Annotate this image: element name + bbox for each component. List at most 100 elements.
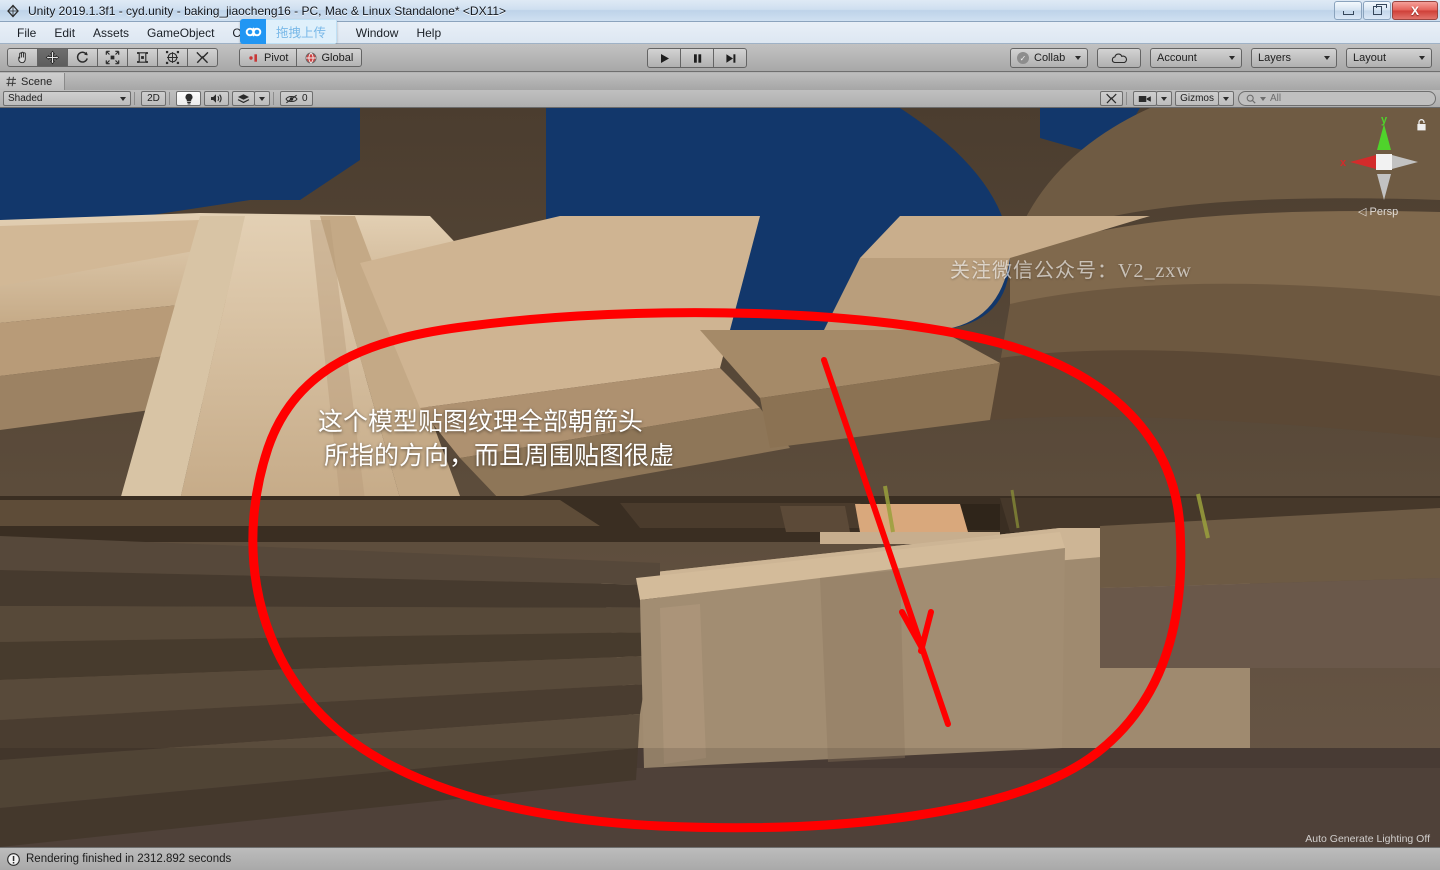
rect-tool-button[interactable] — [127, 48, 158, 67]
collab-button[interactable]: ✓ Collab — [1010, 48, 1088, 68]
status-bar: Rendering finished in 2312.892 seconds — [0, 847, 1440, 870]
rotate-tool-button[interactable] — [67, 48, 98, 67]
scale-icon — [105, 50, 120, 65]
audio-toggle[interactable] — [204, 91, 229, 106]
chevron-down-icon — [1229, 56, 1235, 60]
transform-tool-group — [7, 48, 218, 67]
transform-tool-button[interactable] — [157, 48, 188, 67]
gizmos-button[interactable]: Gizmos — [1175, 91, 1219, 106]
status-message: Rendering finished in 2312.892 seconds — [26, 853, 232, 865]
chevron-down-icon — [120, 96, 126, 101]
chevron-down-icon — [1324, 56, 1330, 60]
layers-dropdown[interactable]: Layers — [1251, 48, 1337, 68]
chevron-down-icon — [1075, 56, 1081, 60]
pivot-toggle[interactable]: Pivot — [239, 48, 298, 67]
rect-icon — [137, 52, 148, 63]
drag-upload-label: 拖拽上传 — [266, 19, 338, 44]
cloud-icon — [1111, 53, 1127, 63]
cloud-button[interactable] — [1097, 48, 1141, 68]
wechat-watermark: 关注微信公众号：V2_zxw — [950, 260, 1192, 282]
scene-camera-button[interactable] — [1133, 91, 1158, 106]
move-icon — [45, 50, 60, 65]
scene-toolbar-right: Gizmos All — [1097, 91, 1436, 106]
cloud-upload-icon — [240, 19, 266, 44]
auto-generate-lighting-label: Auto Generate Lighting Off — [1305, 833, 1430, 845]
scene-viewport[interactable]: 关注微信公众号：V2_zxw 这个模型贴图纹理全部朝箭头 所指的方向，而且周围贴… — [0, 108, 1440, 847]
menu-file[interactable]: File — [8, 24, 45, 42]
menu-help[interactable]: Help — [407, 24, 450, 42]
scene-view-gizmo[interactable]: y x ◁ Persp — [1334, 112, 1434, 222]
unity-editor-window: Unity 2019.1.3f1 - cyd.unity - baking_ji… — [0, 0, 1440, 870]
hand-tool-button[interactable] — [7, 48, 38, 67]
close-button[interactable]: X — [1392, 1, 1438, 20]
menu-assets[interactable]: Assets — [84, 24, 138, 42]
gizmo-lock-icon[interactable] — [1415, 118, 1428, 137]
hidden-objects-count: 0 — [302, 93, 308, 104]
tab-scene-label: Scene — [21, 75, 53, 88]
toolbar-right-group: ✓ Collab Account Layers Layout — [1010, 48, 1432, 68]
draw-mode-dropdown[interactable]: Shaded — [3, 91, 131, 106]
main-toolbar: Pivot Global ✓ Collab Account Layers Lay… — [0, 44, 1440, 72]
lightbulb-icon — [184, 93, 193, 104]
tab-strip: Scene — [0, 73, 1440, 90]
account-label: Account — [1157, 52, 1197, 64]
scene-tools-button[interactable] — [1100, 91, 1124, 106]
divider — [1126, 92, 1128, 105]
effects-dropdown[interactable] — [254, 91, 270, 106]
minimize-button[interactable] — [1334, 1, 1362, 20]
restore-button[interactable] — [1363, 1, 1391, 20]
custom-tool-button[interactable] — [187, 48, 218, 67]
globe-icon — [305, 52, 317, 64]
info-icon — [7, 852, 20, 866]
menu-gameobject[interactable]: GameObject — [138, 24, 223, 42]
gizmos-dropdown[interactable] — [1218, 91, 1234, 106]
transform-icon — [165, 50, 180, 65]
eye-off-icon — [285, 94, 298, 103]
effects-toggle[interactable] — [232, 91, 255, 106]
play-button[interactable] — [647, 48, 681, 68]
rotate-icon — [76, 51, 88, 63]
tab-scene[interactable]: Scene — [0, 73, 66, 90]
window-title: Unity 2019.1.3f1 - cyd.unity - baking_ji… — [28, 3, 507, 18]
unity-icon — [5, 3, 23, 19]
layout-dropdown[interactable]: Layout — [1346, 48, 1432, 68]
scene-view-toolbar: Shaded 2D 0 Gizmos All — [0, 90, 1440, 108]
scene-search-input[interactable]: All — [1238, 91, 1436, 106]
annotation-text-line2: 所指的方向，而且周围贴图很虚 — [324, 443, 675, 470]
gizmos-label: Gizmos — [1180, 93, 1214, 104]
menu-bar: File Edit Assets GameObject Com Window H… — [0, 22, 1440, 44]
account-dropdown[interactable]: Account — [1150, 48, 1242, 68]
gizmo-projection-label[interactable]: ◁ Persp — [1358, 205, 1398, 218]
layers-label: Layers — [1258, 52, 1292, 64]
drag-upload-widget[interactable]: 拖拽上传 — [240, 19, 338, 44]
tools-icon — [1106, 93, 1117, 104]
scale-tool-button[interactable] — [97, 48, 128, 67]
move-tool-button[interactable] — [37, 48, 68, 67]
pivot-group: Pivot Global — [239, 48, 363, 67]
annotation-text: 这个模型贴图纹理全部朝箭头 所指的方向，而且周围贴图很虚 — [318, 406, 674, 474]
divider — [134, 92, 135, 105]
restore-icon — [1372, 4, 1387, 15]
effects-icon — [237, 94, 250, 104]
grid-icon — [6, 76, 16, 87]
lighting-toggle[interactable] — [176, 91, 201, 106]
hand-icon — [18, 51, 26, 64]
chevron-down-icon — [1223, 96, 1229, 101]
chevron-down-icon — [1161, 96, 1168, 101]
pause-button[interactable] — [680, 48, 714, 68]
speaker-icon — [211, 94, 222, 103]
hidden-objects-toggle[interactable]: 0 — [280, 91, 313, 106]
annotation-text-line1: 这个模型贴图纹理全部朝箭头 — [318, 409, 644, 436]
menu-edit[interactable]: Edit — [45, 24, 84, 42]
step-button[interactable] — [713, 48, 747, 68]
minimize-icon — [1342, 11, 1354, 15]
pivot-icon — [249, 53, 257, 62]
collab-check-icon: ✓ — [1017, 52, 1029, 64]
close-icon: X — [1410, 3, 1419, 18]
chevron-down-icon — [1419, 56, 1425, 60]
play-icon — [660, 53, 669, 63]
scene-camera-dropdown[interactable] — [1156, 91, 1173, 106]
2d-toggle[interactable]: 2D — [141, 91, 166, 106]
global-toggle[interactable]: Global — [296, 48, 363, 67]
menu-window[interactable]: Window — [347, 24, 408, 42]
